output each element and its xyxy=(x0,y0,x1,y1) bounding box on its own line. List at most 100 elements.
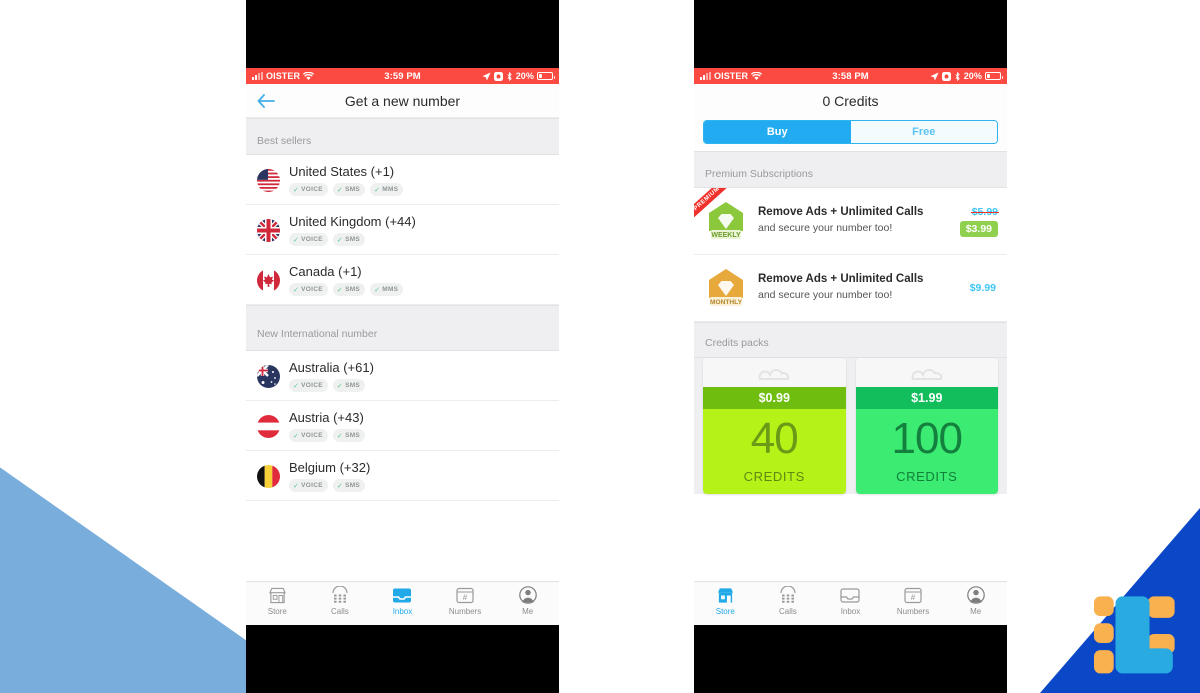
check-icon: ✓ xyxy=(374,186,381,194)
country-name: Canada (+1) xyxy=(289,264,362,279)
pack-amount: 40 xyxy=(750,414,799,463)
back-arrow-icon[interactable] xyxy=(256,91,276,111)
phone-right-screen: OISTER 3:58 PM 20% 0 Credits Buy Free Pr… xyxy=(694,68,1007,625)
capability-tag: ✓ MMS xyxy=(370,283,404,296)
tab-inbox[interactable]: Inbox xyxy=(371,576,434,625)
check-icon: ✓ xyxy=(293,286,300,294)
segmented-control-wrapper: Buy Free xyxy=(694,117,1007,151)
weekly-badge-icon: WEEKLY xyxy=(703,198,749,244)
capability-tag: ✓ VOICE xyxy=(289,429,328,442)
store-icon xyxy=(268,585,287,605)
hash-card-icon: # xyxy=(904,585,922,605)
list-item-country[interactable]: United Kingdom (+44) ✓ VOICE ✓ SMS xyxy=(246,205,559,255)
list-item-country[interactable]: United States (+1) ✓ VOICE ✓ SMS ✓ MMS xyxy=(246,155,559,205)
svg-text:#: # xyxy=(463,593,468,602)
flag-au-icon xyxy=(257,364,280,388)
navigation-bar: 0 Credits xyxy=(694,84,1007,117)
flag-us-icon xyxy=(257,168,280,192)
list-item-country[interactable]: Australia (+61) ✓ VOICE ✓ SMS xyxy=(246,351,559,401)
check-icon: ✓ xyxy=(374,286,381,294)
segmented-control[interactable]: Buy Free xyxy=(703,120,998,144)
battery-percent-label: 20% xyxy=(515,70,535,81)
tab-label: Numbers xyxy=(896,607,930,616)
tab-label: Inbox xyxy=(392,607,413,616)
badge-period-label: MONTHLY xyxy=(710,299,743,306)
phone-right: OISTER 3:58 PM 20% 0 Credits Buy Free Pr… xyxy=(694,0,1007,693)
segment-free[interactable]: Free xyxy=(850,121,997,143)
battery-icon xyxy=(537,72,556,80)
bluetooth-icon xyxy=(507,71,512,81)
status-bar: OISTER 3:59 PM 20% xyxy=(246,68,559,84)
tab-label: Me xyxy=(522,607,534,616)
country-name: United Kingdom (+44) xyxy=(289,214,416,229)
price-discounted: $3.99 xyxy=(959,220,998,237)
carrier-label: OISTER xyxy=(714,71,749,81)
pack-price: $1.99 xyxy=(855,387,998,409)
capability-tag: ✓ VOICE xyxy=(289,283,328,296)
pack-top-strip xyxy=(855,358,998,387)
check-icon: ✓ xyxy=(293,186,300,194)
keypad-icon xyxy=(779,585,797,605)
credits-packs-area: $0.99 40 CREDITS $1.99 100 CREDITS xyxy=(694,358,1007,494)
tab-bar: Store Calls Inbox # Numbers Me xyxy=(246,576,559,625)
battery-icon xyxy=(985,72,1004,80)
tab-numbers[interactable]: # Numbers xyxy=(882,585,945,616)
badge-period-label: WEEKLY xyxy=(711,232,741,239)
signal-bars-icon xyxy=(252,72,263,80)
capability-tag: ✓ VOICE xyxy=(289,379,328,392)
list-item-country[interactable]: Canada (+1) ✓ VOICE ✓ SMS ✓ MMS xyxy=(246,255,559,305)
capability-tag: ✓ VOICE xyxy=(289,183,328,196)
capability-tag: ✓ VOICE xyxy=(289,479,328,492)
inbox-tray-icon xyxy=(392,585,412,605)
page-title: Get a new number xyxy=(344,92,461,109)
tab-me[interactable]: Me xyxy=(496,585,559,616)
rotation-lock-icon xyxy=(941,71,951,81)
list-item-subscription-weekly[interactable]: PREMIUM WEEKLY Remove Ads + Unlimited Ca… xyxy=(694,188,1007,255)
capability-tag: ✓ SMS xyxy=(332,283,366,296)
check-icon: ✓ xyxy=(336,236,344,244)
wifi-icon xyxy=(751,71,763,80)
rotation-lock-icon xyxy=(493,71,503,81)
check-icon: ✓ xyxy=(336,382,344,390)
tab-numbers[interactable]: # Numbers xyxy=(434,585,497,616)
pack-amount: 100 xyxy=(891,414,963,463)
list-item-subscription-monthly[interactable]: MONTHLY Remove Ads + Unlimited Calls and… xyxy=(694,255,1007,322)
decorative-triangle-left xyxy=(0,467,246,693)
tab-calls[interactable]: Calls xyxy=(309,585,372,616)
tab-inbox[interactable]: Inbox xyxy=(819,585,882,616)
tab-store[interactable]: Store xyxy=(246,585,309,616)
country-name: Belgium (+32) xyxy=(289,460,371,475)
bluetooth-icon xyxy=(955,71,960,81)
battery-percent-label: 20% xyxy=(963,70,983,81)
segment-buy[interactable]: Buy xyxy=(704,121,851,143)
tab-label: Numbers xyxy=(448,607,482,616)
section-header-international: New International number xyxy=(246,305,559,351)
check-icon: ✓ xyxy=(336,432,344,440)
country-name: United States (+1) xyxy=(289,164,395,179)
check-icon: ✓ xyxy=(336,482,344,490)
inbox-tray-icon xyxy=(840,585,861,605)
tab-calls[interactable]: Calls xyxy=(757,585,820,616)
section-header-best-sellers: Best sellers xyxy=(246,118,559,155)
capability-tag: ✓ SMS xyxy=(332,429,366,442)
tab-label: Store xyxy=(267,607,287,616)
location-arrow-icon xyxy=(930,72,939,80)
logo-mark xyxy=(1094,596,1175,674)
page-title: 0 Credits xyxy=(822,92,879,109)
person-icon xyxy=(518,585,537,605)
subscription-title: Remove Ads + Unlimited Calls xyxy=(758,206,924,219)
check-icon: ✓ xyxy=(293,482,300,490)
list-item-country[interactable]: Austria (+43) ✓ VOICE ✓ SMS xyxy=(246,401,559,451)
credits-pack-card[interactable]: $1.99 100 CREDITS xyxy=(855,358,998,494)
section-header-premium: Premium Subscriptions xyxy=(694,151,1007,188)
tab-store[interactable]: Store xyxy=(694,585,757,616)
location-arrow-icon xyxy=(482,72,491,80)
tab-label: Inbox xyxy=(840,607,861,616)
tab-me[interactable]: Me xyxy=(944,585,1007,616)
list-item-country[interactable]: Belgium (+32) ✓ VOICE ✓ SMS xyxy=(246,451,559,501)
tab-bar: Store Calls Inbox # Numbers Me xyxy=(694,581,1007,625)
credits-pack-card[interactable]: $0.99 40 CREDITS xyxy=(703,358,846,494)
phone-left-screen: OISTER 3:59 PM 20% Get a new number Best… xyxy=(246,68,559,625)
pack-unit-label: CREDITS xyxy=(896,469,958,484)
store-icon xyxy=(716,585,735,605)
